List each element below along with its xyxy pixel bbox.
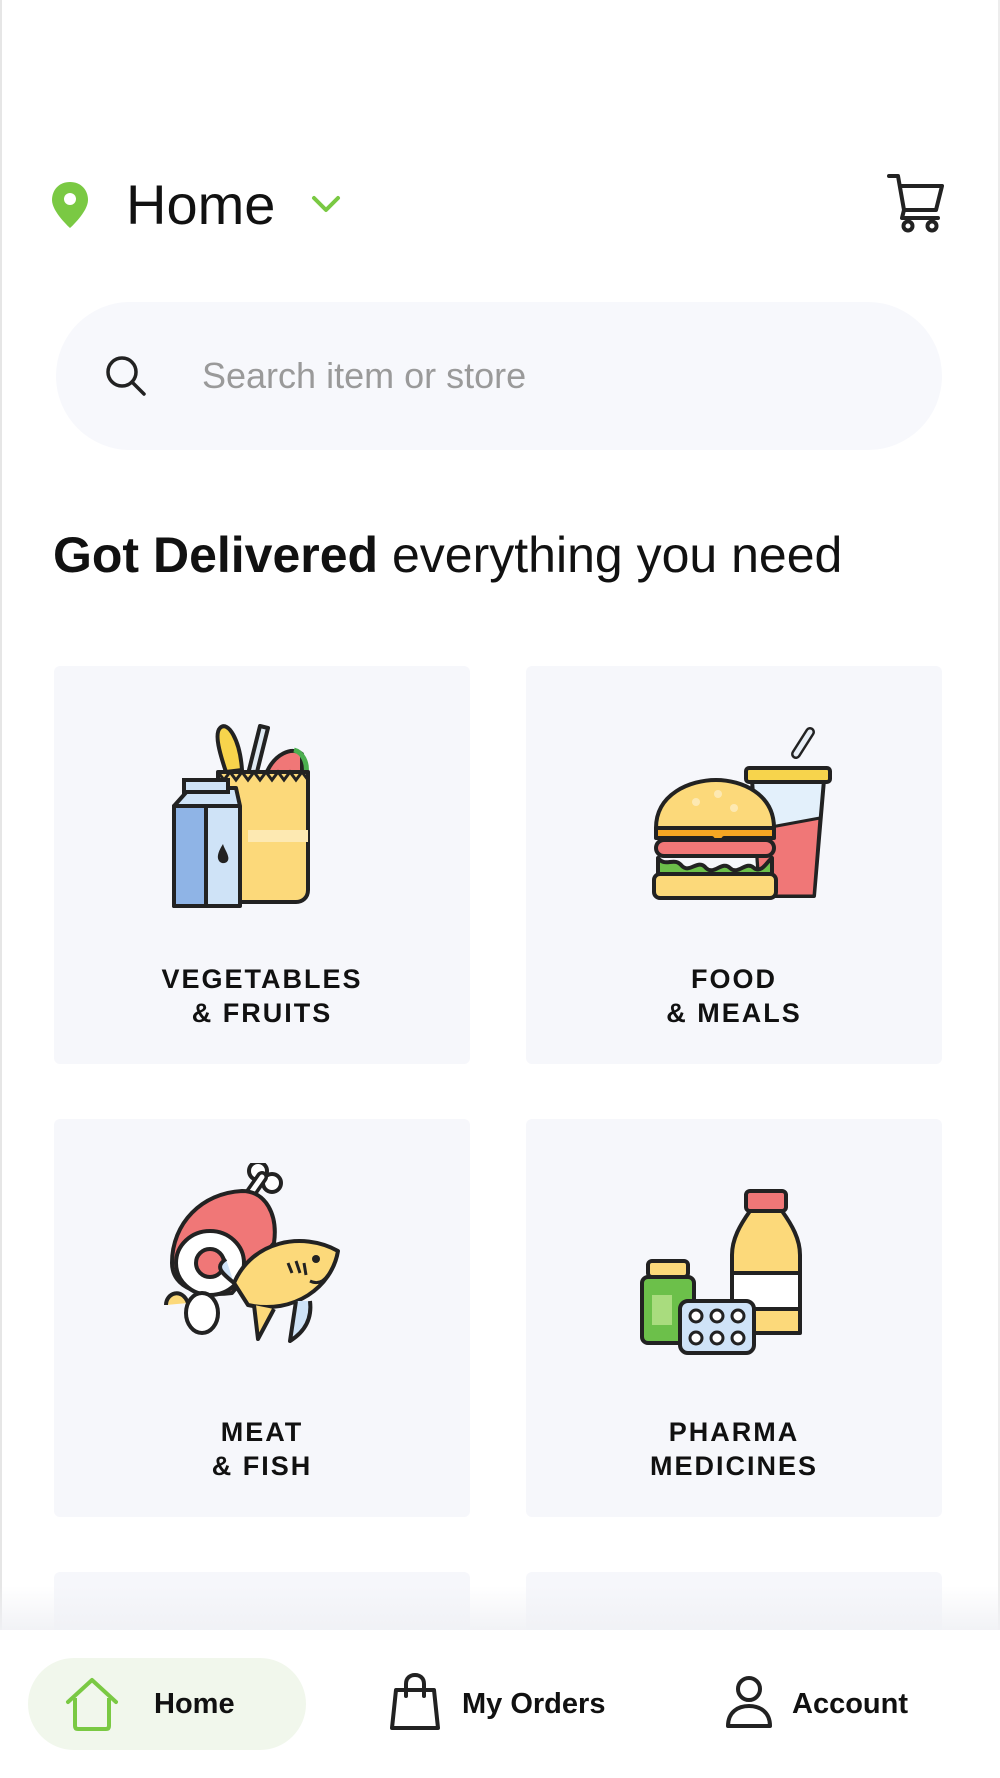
category-label-line2: & MEALS	[666, 998, 802, 1028]
page-headline: Got Delivered everything you need	[53, 522, 842, 588]
bottom-nav-shadow	[0, 1586, 1000, 1630]
category-food-meals[interactable]: FOOD & MEALS	[526, 666, 942, 1064]
category-label-line2: & FRUITS	[191, 998, 333, 1028]
frame-border-left	[0, 0, 2, 1778]
category-label: FOOD & MEALS	[526, 962, 942, 1030]
medicine-bottles-icon	[640, 1189, 802, 1355]
category-pharma-medicines[interactable]: PHARMA MEDICINES	[526, 1119, 942, 1517]
nav-account-label: Account	[792, 1688, 908, 1720]
category-label-line1: PHARMA	[668, 1417, 800, 1447]
category-label: MEAT & FISH	[54, 1415, 470, 1483]
nav-home-label: Home	[154, 1688, 235, 1720]
bottom-navigation: Home My Orders Account	[0, 1630, 1000, 1778]
category-label: VEGETABLES & FRUITS	[54, 962, 470, 1030]
location-title[interactable]: Home	[126, 170, 275, 240]
meat-fish-icon	[164, 1163, 340, 1343]
search-input[interactable]: Search item or store	[202, 352, 526, 400]
nav-home[interactable]: Home	[28, 1658, 306, 1750]
nav-my-orders[interactable]: My Orders	[380, 1658, 640, 1750]
search-bar[interactable]: Search item or store	[56, 302, 942, 450]
category-label-line2: MEDICINES	[649, 1451, 819, 1481]
search-icon	[106, 356, 146, 396]
chevron-down-icon[interactable]	[310, 192, 342, 216]
category-label-line2: & FISH	[211, 1451, 313, 1481]
map-pin-icon[interactable]	[50, 180, 90, 230]
cart-icon[interactable]	[886, 170, 946, 234]
burger-drink-icon	[652, 727, 832, 900]
headline-bold: Got Delivered	[53, 527, 379, 583]
home-icon	[66, 1678, 118, 1731]
category-label: PHARMA MEDICINES	[526, 1415, 942, 1483]
nav-my-orders-label: My Orders	[462, 1688, 606, 1720]
category-label-line1: FOOD	[691, 964, 777, 994]
headline-rest: everything you need	[378, 527, 843, 583]
grocery-bag-icon	[172, 724, 310, 908]
category-vegetables-fruits[interactable]: VEGETABLES & FRUITS	[54, 666, 470, 1064]
category-label-line1: MEAT	[220, 1417, 304, 1447]
shopping-bag-icon	[390, 1672, 440, 1730]
category-label-line1: VEGETABLES	[161, 964, 363, 994]
category-meat-fish[interactable]: MEAT & FISH	[54, 1119, 470, 1517]
nav-account[interactable]: Account	[716, 1658, 936, 1750]
user-icon	[726, 1676, 772, 1728]
